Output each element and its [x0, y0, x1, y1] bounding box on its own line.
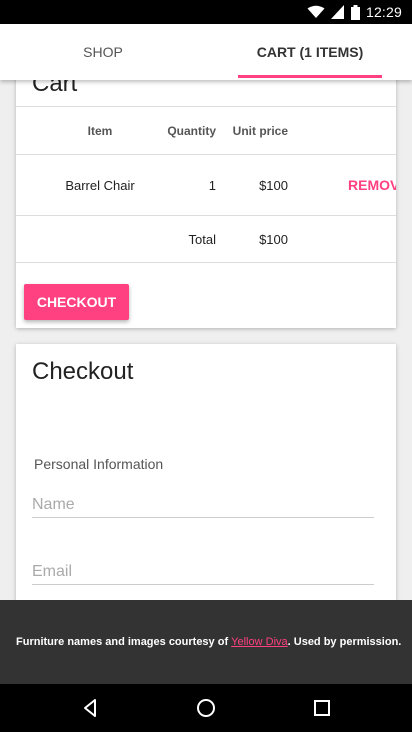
signal-icon [330, 5, 344, 19]
column-header-quantity: Quantity [167, 123, 216, 138]
total-value: $100 [259, 231, 288, 247]
status-icons: 12:29 [307, 4, 402, 20]
item-quantity: 1 [208, 177, 216, 193]
tab-cart[interactable]: CART (1 ITEMS) [238, 24, 382, 80]
tab-shop[interactable]: SHOP [0, 24, 206, 80]
main-content[interactable]: Cart Item Quantity Unit price Barrel Cha… [0, 80, 412, 600]
attribution-snackbar: Furniture names and images courtesy of Y… [0, 600, 412, 684]
checkout-button[interactable]: CHECKOUT [24, 284, 129, 320]
item-unit-price: $100 [259, 177, 288, 193]
yellow-diva-link[interactable]: Yellow Diva [231, 636, 287, 648]
status-time: 12:29 [365, 4, 402, 20]
cart-card: Cart Item Quantity Unit price Barrel Cha… [16, 80, 396, 328]
remove-button[interactable]: REMOVE [344, 177, 396, 194]
recents-icon[interactable] [310, 696, 334, 720]
cart-table: Item Quantity Unit price Barrel Chair 1 … [16, 106, 396, 263]
table-row: Barrel Chair 1 $100 REMOVE [16, 154, 396, 215]
wifi-icon [307, 5, 325, 18]
navigation-bar [0, 684, 412, 732]
column-header-unit-price: Unit price [232, 123, 288, 138]
name-field[interactable] [32, 492, 374, 518]
personal-info-label: Personal Information [34, 456, 164, 472]
cart-title: Cart [32, 80, 78, 97]
snackbar-suffix: . Used by permission. [287, 636, 402, 648]
checkout-card: Checkout Personal Information [16, 344, 396, 600]
tab-indicator [238, 75, 382, 78]
checkout-title: Checkout [32, 358, 134, 385]
remove-label: REMOVE [348, 177, 396, 193]
status-bar: 12:29 [0, 0, 412, 24]
snackbar-prefix: Furniture names and images courtesy of [16, 636, 232, 648]
total-label: Total [188, 231, 216, 247]
tab-bar: SHOP CART (1 ITEMS) [0, 24, 412, 80]
battery-icon [350, 4, 360, 20]
home-icon[interactable] [194, 696, 218, 720]
email-field[interactable] [32, 559, 374, 585]
total-row: Total $100 [16, 215, 396, 263]
back-icon[interactable] [78, 696, 102, 720]
remove-cell: REMOVE [344, 155, 404, 215]
snackbar-text: Furniture names and images courtesy of Y… [16, 636, 401, 648]
table-header-row: Item Quantity Unit price [16, 106, 396, 154]
